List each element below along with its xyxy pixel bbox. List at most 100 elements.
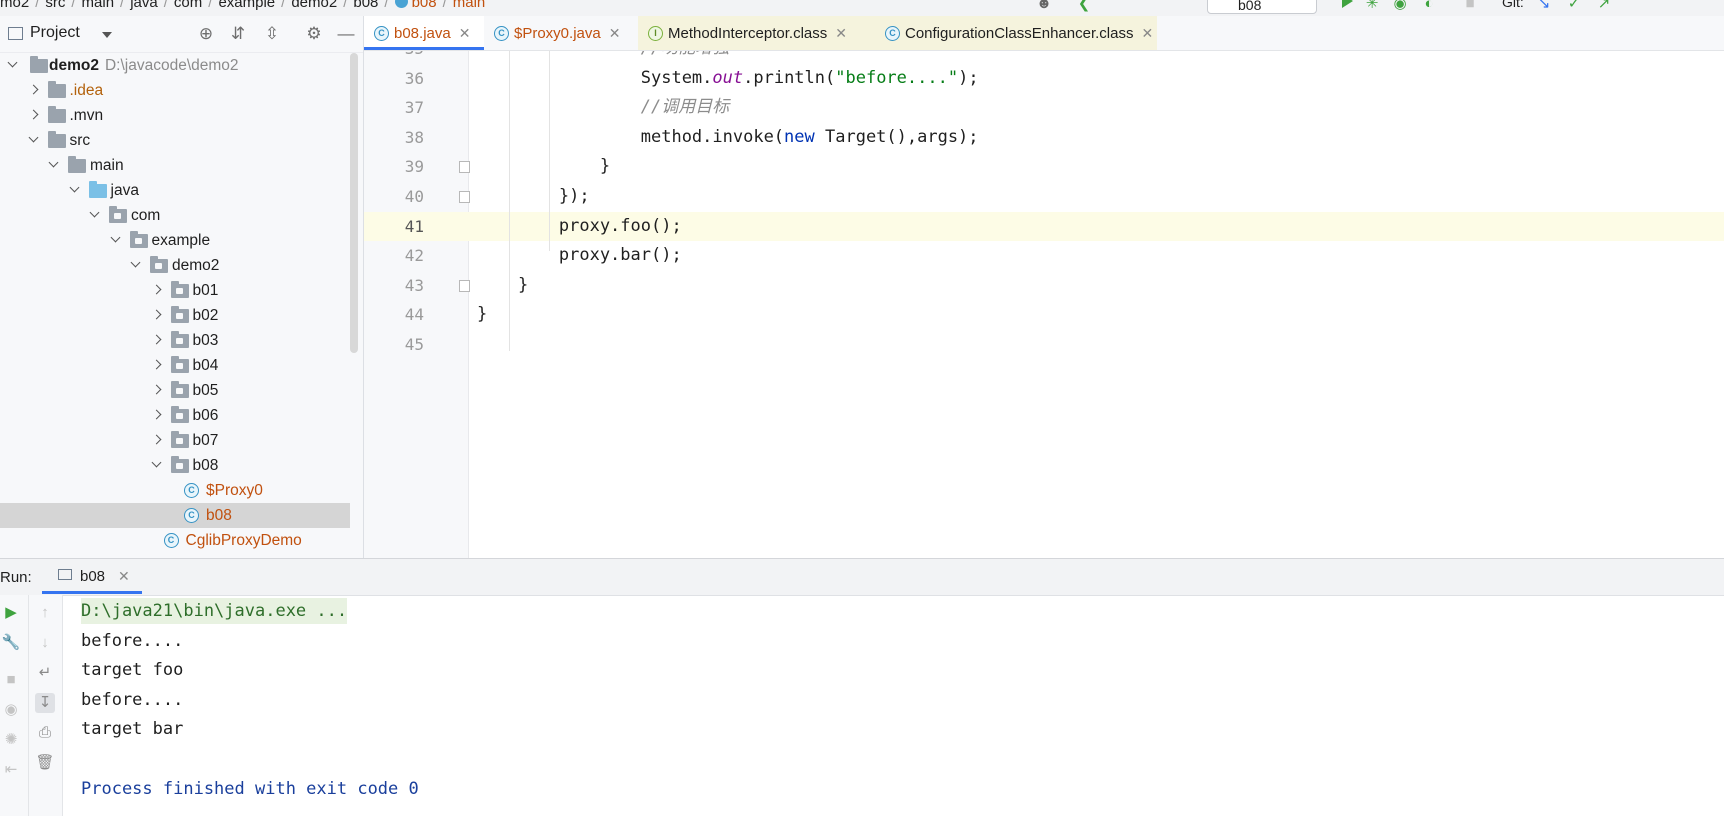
fold-marker-icon[interactable]	[459, 279, 470, 292]
back-arrow-icon[interactable]: ❮	[1074, 0, 1094, 14]
code-line[interactable]: 43 }	[364, 271, 1724, 301]
code-line[interactable]: 42 proxy.bar();	[364, 241, 1724, 271]
chevron-down-icon[interactable]	[8, 53, 20, 78]
locate-file-icon[interactable]: ⊕	[196, 24, 216, 44]
code-line[interactable]: 35 //功能增强	[364, 51, 1724, 64]
tree-item-package[interactable]: example	[0, 228, 350, 253]
fold-marker-icon[interactable]	[459, 161, 470, 174]
coverage-icon[interactable]: ◉	[1390, 0, 1410, 14]
tree-item-package[interactable]: b06	[0, 403, 350, 428]
breadcrumb-item[interactable]: src	[45, 0, 65, 11]
camera-icon[interactable]: ◉	[1, 700, 21, 720]
arrow-down-icon[interactable]: ↓	[35, 633, 55, 653]
run-icon[interactable]	[1342, 0, 1353, 8]
rerun-icon[interactable]: ▶	[1, 603, 21, 623]
code-line[interactable]: 38 method.invoke(new Target(),args);	[364, 123, 1724, 153]
project-panel-title[interactable]: Project	[30, 24, 80, 42]
code-line[interactable]: 44}	[364, 300, 1724, 330]
code-line-current[interactable]: 41 proxy.foo();	[364, 211, 1724, 242]
breadcrumb-item[interactable]: demo2	[291, 0, 337, 11]
exit-icon[interactable]: ⇤	[1, 760, 21, 780]
breadcrumb-item[interactable]: main	[82, 0, 115, 11]
breadcrumb-item[interactable]: b08	[353, 0, 378, 11]
chevron-right-icon[interactable]	[152, 353, 164, 378]
tree-item-package[interactable]: com	[0, 203, 350, 228]
chevron-down-icon[interactable]	[111, 228, 123, 253]
code-line[interactable]: 40 });	[364, 182, 1724, 212]
soft-wrap-icon[interactable]: ↵	[35, 663, 55, 683]
tree-item-package[interactable]: b03	[0, 328, 350, 353]
tree-item-folder[interactable]: .idea	[0, 78, 350, 103]
breadcrumb-item[interactable]: main	[453, 0, 486, 11]
chevron-down-icon[interactable]	[70, 178, 82, 203]
trash-icon[interactable]: 🗑	[35, 753, 55, 773]
stop-icon[interactable]: ■	[1460, 0, 1480, 14]
expand-all-icon[interactable]: ⇵	[228, 24, 248, 44]
project-tree-scrollbar[interactable]	[350, 53, 358, 353]
stop-icon[interactable]: ■	[1, 670, 21, 690]
editor-tab[interactable]: C ConfigurationClassEnhancer.class ✕	[875, 16, 1157, 50]
tree-item-folder[interactable]: src	[0, 128, 350, 153]
fold-marker-icon[interactable]	[459, 191, 470, 203]
arrow-up-icon[interactable]: ↑	[35, 603, 55, 623]
breadcrumb-item[interactable]: java	[130, 0, 158, 11]
run-configuration-select[interactable]: b08	[1207, 0, 1317, 14]
run-tab-b08[interactable]: b08 ✕	[42, 559, 142, 594]
chevron-down-icon[interactable]	[49, 153, 61, 178]
close-icon[interactable]: ✕	[1141, 25, 1153, 41]
editor-tab[interactable]: Cb08.java ✕	[364, 16, 484, 50]
tree-item-folder[interactable]: main	[0, 153, 350, 178]
tree-item-package[interactable]: b05	[0, 378, 350, 403]
wrench-icon[interactable]: 🔧	[1, 633, 21, 653]
code-line[interactable]: 45	[364, 330, 1724, 360]
chevron-down-icon[interactable]	[102, 32, 112, 38]
chevron-down-icon[interactable]	[131, 253, 143, 278]
chevron-right-icon[interactable]	[152, 303, 164, 328]
chevron-right-icon[interactable]	[29, 78, 41, 103]
editor-tab[interactable]: C $Proxy0.java ✕	[484, 16, 638, 50]
tree-item-folder[interactable]: .mvn	[0, 103, 350, 128]
code-line[interactable]: 39 }	[364, 152, 1724, 182]
gear-icon[interactable]: ⚙	[304, 24, 324, 44]
git-update-icon[interactable]: ↘	[1534, 0, 1554, 14]
tree-item-package[interactable]: b01	[0, 278, 350, 303]
hide-panel-icon[interactable]: —	[336, 24, 356, 44]
close-icon[interactable]: ✕	[459, 25, 471, 41]
tree-item-package[interactable]: b07	[0, 428, 350, 453]
chevron-right-icon[interactable]	[152, 403, 164, 428]
breadcrumb-item[interactable]: mo2	[0, 0, 29, 11]
code-editor[interactable]: 35 //功能增强36 System.out.println("before..…	[364, 51, 1724, 558]
chevron-down-icon[interactable]	[90, 203, 102, 228]
tree-item-class[interactable]: C $Proxy0	[0, 478, 350, 503]
close-icon[interactable]: ✕	[609, 25, 621, 41]
scroll-to-end-icon[interactable]: ↧	[35, 693, 55, 713]
tree-item-srcfolder[interactable]: java	[0, 178, 350, 203]
tree-item-package[interactable]: demo2	[0, 253, 350, 278]
print-icon[interactable]: ⎙	[35, 723, 55, 743]
code-line[interactable]: 36 System.out.println("before....");	[364, 64, 1724, 94]
run-console-output[interactable]: D:\java21\bin\java.exe ... before.... targ…	[63, 595, 1724, 816]
close-icon[interactable]: ✕	[118, 568, 130, 585]
tree-item-module[interactable]: demo2 D:\javacode\demo2	[0, 53, 350, 78]
chevron-right-icon[interactable]	[152, 428, 164, 453]
breadcrumb-item[interactable]: b08	[412, 0, 437, 11]
breadcrumb-item[interactable]: example	[218, 0, 275, 11]
tree-item-class[interactable]: C CglibProxyDemo	[0, 528, 350, 553]
code-line[interactable]: 37 //调用目标	[364, 93, 1724, 123]
chevron-right-icon[interactable]	[152, 378, 164, 403]
chevron-down-icon[interactable]	[152, 453, 164, 478]
git-commit-icon[interactable]: ✓	[1564, 0, 1584, 14]
tree-item-class[interactable]: Cb08	[0, 503, 350, 528]
debug-icon[interactable]: ✳	[1362, 0, 1382, 14]
chevron-down-icon[interactable]	[29, 128, 41, 153]
editor-tab[interactable]: I MethodInterceptor.class ✕	[638, 16, 875, 50]
chevron-right-icon[interactable]	[152, 278, 164, 303]
close-icon[interactable]: ✕	[835, 25, 847, 41]
tree-item-package[interactable]: b08	[0, 453, 350, 478]
tree-item-package[interactable]: b04	[0, 353, 350, 378]
profile-icon[interactable]: ☻	[1034, 0, 1054, 14]
git-push-icon[interactable]: ↗	[1594, 0, 1614, 14]
chevron-right-icon[interactable]	[152, 328, 164, 353]
restore-icon[interactable]: ✺	[1, 730, 21, 750]
profiler-icon[interactable]: ◐	[1419, 0, 1439, 14]
